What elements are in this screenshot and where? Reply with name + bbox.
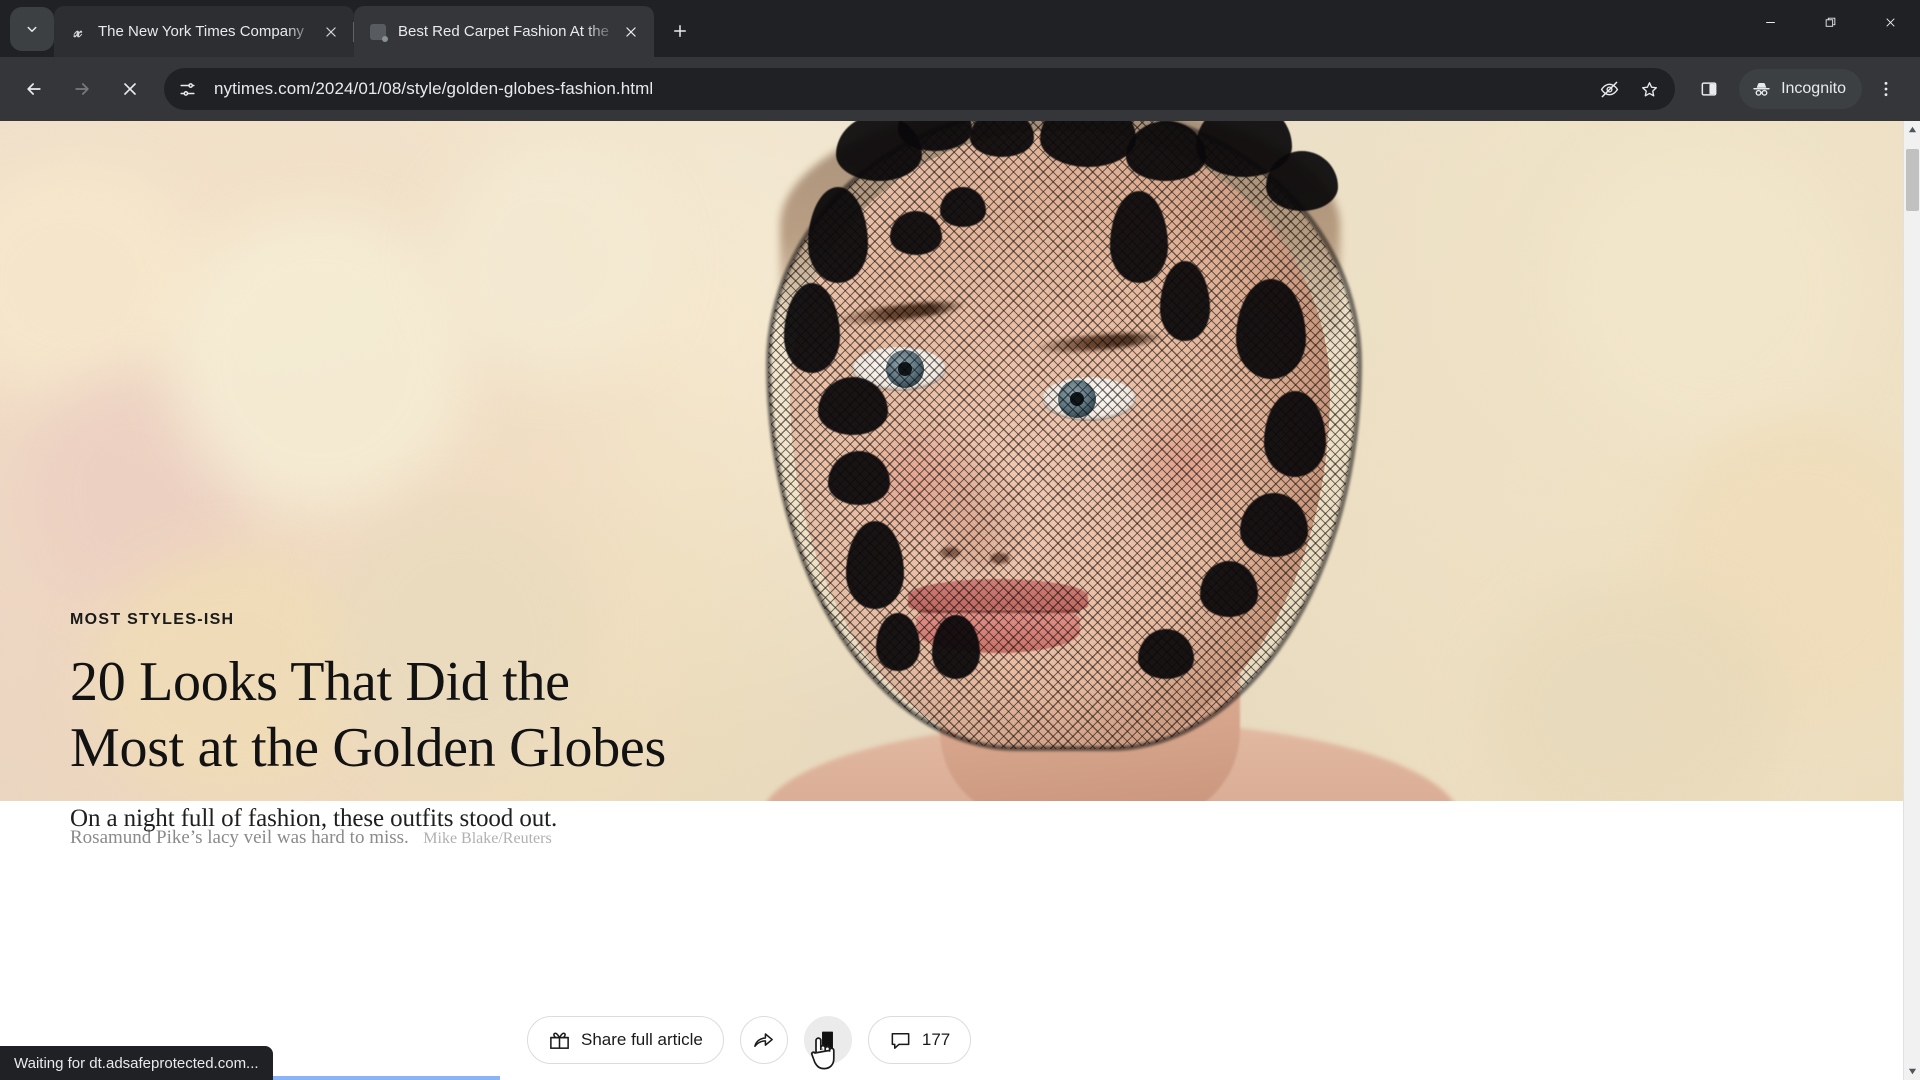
scroll-down-button[interactable] (1904, 1063, 1920, 1080)
comment-count: 177 (921, 1030, 951, 1049)
article-subhead: On a night full of fashion, these outfit… (70, 805, 558, 833)
close-icon (1885, 18, 1895, 27)
minimize-button[interactable] (1740, 0, 1800, 45)
share-arrow-icon (754, 1032, 774, 1047)
split-panel-icon (1701, 82, 1717, 96)
share-full-article-label: Share full article (581, 1030, 703, 1049)
tab-strip: 𝓍 The New York Times Company Best Red Ca… (0, 0, 1920, 57)
restore-icon (1825, 17, 1835, 27)
tab-close-button[interactable] (618, 19, 644, 45)
url-text[interactable]: nytimes.com/2024/01/08/style/golden-glob… (204, 79, 1589, 99)
star-outline-icon (1641, 81, 1657, 97)
three-dot-menu-icon (1884, 81, 1888, 97)
address-bar[interactable]: nytimes.com/2024/01/08/style/golden-glob… (164, 68, 1676, 110)
gift-icon (550, 1032, 569, 1049)
tab-search-button[interactable] (10, 7, 54, 51)
article-header: MOST STYLES-ISH 20 Looks That Did the Mo… (70, 611, 790, 833)
bookmark-page-button[interactable] (1632, 72, 1666, 106)
article-headline: 20 Looks That Did the Most at the Golden… (70, 649, 790, 781)
scrollbar-thumb[interactable] (1906, 149, 1919, 211)
browser-tab-nyt-company[interactable]: 𝓍 The New York Times Company (54, 6, 354, 57)
stop-loading-button[interactable] (110, 69, 150, 109)
close-icon (326, 26, 336, 37)
headline-line-1: 20 Looks That Did the (70, 651, 570, 713)
split-screen-button[interactable] (1689, 69, 1729, 109)
scroll-up-icon (1908, 126, 1916, 133)
scroll-up-button[interactable] (1904, 121, 1920, 138)
stop-loading-icon (124, 83, 136, 95)
new-tab-button[interactable] (662, 13, 698, 49)
article-action-bar: Share full article 177 (527, 1016, 972, 1064)
page-viewport: MOST STYLES-ISH 20 Looks That Did the Mo… (0, 121, 1920, 1080)
status-bubble: Waiting for dt.adsafeprotected.com... (0, 1046, 273, 1080)
tune-sliders-icon (179, 82, 195, 96)
share-full-article-button[interactable]: Share full article (527, 1016, 724, 1064)
scroll-down-icon (1908, 1068, 1916, 1075)
incognito-hat-icon (1753, 82, 1770, 96)
back-button[interactable] (14, 69, 54, 109)
nyt-logo-icon: 𝓍 (73, 22, 82, 41)
chevron-down-icon (27, 26, 37, 32)
maximize-restore-button[interactable] (1800, 0, 1860, 45)
browser-menu-button[interactable] (1866, 69, 1906, 109)
incognito-indicator[interactable]: Incognito (1739, 69, 1862, 109)
save-article-button[interactable] (803, 1016, 852, 1064)
browser-window: 𝓍 The New York Times Company Best Red Ca… (0, 0, 1920, 1080)
eye-off-icon (1600, 81, 1618, 97)
share-button[interactable] (739, 1016, 788, 1064)
forward-arrow-icon (75, 83, 89, 95)
comment-bubble-icon (891, 1032, 910, 1049)
tab-list: 𝓍 The New York Times Company Best Red Ca… (54, 0, 654, 57)
back-arrow-icon (27, 83, 41, 95)
minimize-icon (1765, 22, 1775, 23)
loading-favicon (368, 22, 388, 42)
forward-button[interactable] (62, 69, 102, 109)
close-window-button[interactable] (1860, 0, 1920, 45)
tracking-protection-button[interactable] (1592, 72, 1626, 106)
omnibox-actions (1589, 72, 1669, 106)
tab-title: Best Red Carpet Fashion At the (398, 23, 609, 40)
close-icon (626, 26, 636, 37)
page-scrollbar[interactable] (1903, 121, 1920, 1080)
article-page: MOST STYLES-ISH 20 Looks That Did the Mo… (0, 121, 1903, 1080)
incognito-label: Incognito (1781, 80, 1846, 97)
bookmark-icon (822, 1031, 834, 1049)
site-settings-button[interactable] (170, 72, 204, 106)
window-controls (1740, 0, 1920, 45)
tab-close-button[interactable] (318, 19, 344, 45)
headline-line-2: Most at the Golden Globes (70, 717, 666, 780)
browser-toolbar: nytimes.com/2024/01/08/style/golden-glob… (0, 57, 1920, 121)
plus-icon (674, 25, 686, 37)
browser-tab-red-carpet[interactable]: Best Red Carpet Fashion At the (354, 6, 654, 57)
comments-button[interactable]: 177 (867, 1016, 972, 1064)
tab-title: The New York Times Company (98, 23, 304, 40)
article-kicker: MOST STYLES-ISH (70, 611, 235, 628)
